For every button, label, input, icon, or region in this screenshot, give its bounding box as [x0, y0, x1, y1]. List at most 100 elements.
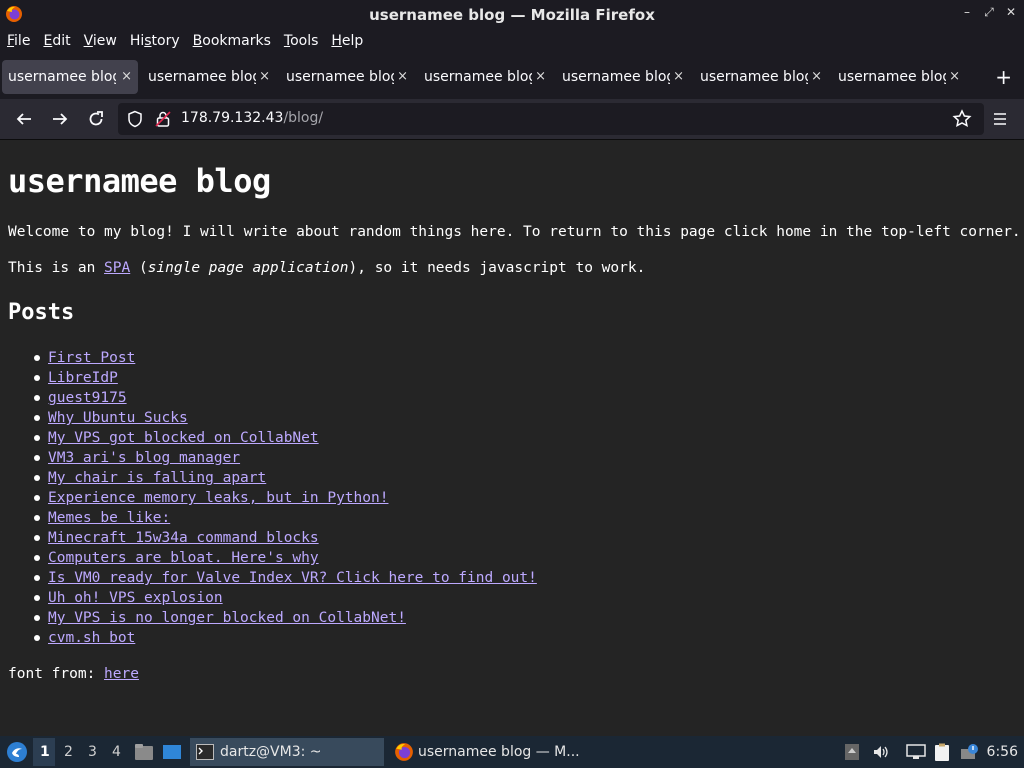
tab-close-icon[interactable]: × [811, 69, 822, 84]
list-item: Memes be like: [34, 508, 537, 528]
menu-help[interactable]: Help [324, 33, 369, 49]
tab-label: usernamee blog [424, 69, 532, 85]
task-terminal[interactable]: dartz@VM3: ~ [190, 738, 384, 766]
eject-icon[interactable] [844, 743, 860, 761]
tab-label: usernamee blog [562, 69, 670, 85]
list-item: My chair is falling apart [34, 468, 537, 488]
post-link[interactable]: Is VM0 ready for Valve Index VR? Click h… [48, 570, 537, 586]
spa-link[interactable]: SPA [104, 260, 130, 276]
page-content: usernamee blog Welcome to my blog! I wil… [0, 140, 1024, 736]
list-item: First Post [34, 348, 537, 368]
posts-heading: Posts [8, 300, 75, 325]
arrow-left-icon [16, 113, 31, 125]
tab-label: usernamee blog [286, 69, 394, 85]
post-link[interactable]: Experience memory leaks, but in Python! [48, 490, 388, 506]
list-item: Is VM0 ready for Valve Index VR? Click h… [34, 568, 537, 588]
tab-5[interactable]: usernamee blog × [556, 60, 690, 94]
post-link[interactable]: Memes be like: [48, 510, 170, 526]
tab-close-icon[interactable]: × [535, 69, 546, 84]
list-item: Uh oh! VPS explosion [34, 588, 537, 608]
close-icon[interactable]: ✕ [1004, 5, 1018, 20]
url-text[interactable]: 178.79.132.43/blog/ [181, 110, 323, 126]
tab-close-icon[interactable]: × [121, 69, 132, 84]
taskbar: 1 2 3 4 dartz@VM3: ~ usernamee blog — M.… [0, 736, 1024, 768]
intro-text: Welcome to my blog! I will write about r… [8, 224, 1021, 240]
network-icon[interactable] [906, 743, 926, 761]
reload-button[interactable] [84, 107, 108, 131]
tab-1[interactable]: usernamee blog × [2, 60, 138, 94]
post-link[interactable]: cvm.sh bot [48, 630, 135, 646]
tab-strip: usernamee blog × usernamee blog × userna… [0, 57, 1024, 97]
list-item: Computers are bloat. Here's why [34, 548, 537, 568]
tab-close-icon[interactable]: × [397, 69, 408, 84]
post-link[interactable]: Minecraft 15w34a command blocks [48, 530, 319, 546]
post-link[interactable]: My chair is falling apart [48, 470, 266, 486]
task-label: dartz@VM3: ~ [220, 744, 322, 760]
workspace-2[interactable]: 2 [64, 744, 73, 760]
notification-icon[interactable] [960, 743, 980, 761]
workspace-4[interactable]: 4 [112, 744, 121, 760]
clipboard-icon[interactable] [934, 743, 950, 761]
post-link[interactable]: My VPS is no longer blocked on CollabNet… [48, 610, 406, 626]
forward-button[interactable] [48, 107, 72, 131]
new-tab-button[interactable]: + [995, 65, 1012, 89]
menu-tools[interactable]: Tools [277, 33, 325, 49]
tab-label: usernamee blog [838, 69, 946, 85]
window-titlebar: usernamee blog — Mozilla Firefox – ⤢ ✕ [0, 0, 1024, 30]
reload-icon [89, 111, 103, 126]
insecure-lock-icon[interactable] [154, 110, 172, 128]
list-item: My VPS got blocked on CollabNet [34, 428, 537, 448]
list-item: Minecraft 15w34a command blocks [34, 528, 537, 548]
menu-file[interactable]: File [0, 33, 36, 49]
tab-label: usernamee blog [700, 69, 808, 85]
post-link[interactable]: Uh oh! VPS explosion [48, 590, 223, 606]
tab-2[interactable]: usernamee blog × [142, 60, 276, 94]
show-desktop-icon[interactable] [162, 743, 182, 761]
post-link[interactable]: First Post [48, 350, 135, 366]
volume-icon[interactable] [872, 743, 890, 761]
tab-close-icon[interactable]: × [673, 69, 684, 84]
post-link[interactable]: LibreIdP [48, 370, 118, 386]
menu-history[interactable]: History [123, 33, 186, 49]
list-item: My VPS is no longer blocked on CollabNet… [34, 608, 537, 628]
app-menu-button[interactable] [988, 107, 1012, 131]
menu-view[interactable]: View [77, 33, 123, 49]
task-firefox[interactable]: usernamee blog — M... [388, 738, 584, 766]
tab-close-icon[interactable]: × [259, 69, 270, 84]
workspace-3[interactable]: 3 [88, 744, 97, 760]
list-item: guest9175 [34, 388, 537, 408]
menu-bar: File Edit View History Bookmarks Tools H… [0, 29, 1024, 53]
post-link[interactable]: Computers are bloat. Here's why [48, 550, 319, 566]
url-bar[interactable]: 178.79.132.43/blog/ [118, 103, 984, 135]
menu-bookmarks[interactable]: Bookmarks [186, 33, 277, 49]
restore-icon[interactable]: ⤢ [982, 5, 996, 20]
tab-7[interactable]: usernamee blog × [832, 60, 966, 94]
arrow-right-icon [53, 113, 68, 125]
firefox-icon [395, 743, 413, 761]
post-link[interactable]: guest9175 [48, 390, 127, 406]
post-link[interactable]: VM3 ari's blog manager [48, 450, 240, 466]
tracking-protection-shield-icon[interactable] [126, 110, 144, 128]
bookmark-star-icon[interactable] [952, 109, 972, 129]
spa-note: This is an SPA (single page application)… [8, 260, 646, 276]
page-title: usernamee blog [8, 162, 271, 200]
tab-3[interactable]: usernamee blog × [280, 60, 414, 94]
workspace-1[interactable]: 1 [40, 744, 50, 760]
tab-close-icon[interactable]: × [949, 69, 960, 84]
navigation-bar: 178.79.132.43/blog/ [0, 99, 1024, 140]
application-menu-icon[interactable] [6, 741, 28, 763]
post-link[interactable]: Why Ubuntu Sucks [48, 410, 188, 426]
minimize-icon[interactable]: – [960, 5, 974, 20]
menu-edit[interactable]: Edit [36, 33, 76, 49]
tab-label: usernamee blog [8, 69, 116, 85]
back-button[interactable] [12, 107, 36, 131]
list-item: VM3 ari's blog manager [34, 448, 537, 468]
list-item: Why Ubuntu Sucks [34, 408, 537, 428]
tab-4[interactable]: usernamee blog × [418, 60, 552, 94]
tab-6[interactable]: usernamee blog × [694, 60, 828, 94]
file-manager-icon[interactable] [134, 743, 154, 761]
post-link[interactable]: My VPS got blocked on CollabNet [48, 430, 319, 446]
list-item: Experience memory leaks, but in Python! [34, 488, 537, 508]
terminal-icon [196, 744, 214, 760]
font-link[interactable]: here [104, 666, 139, 682]
